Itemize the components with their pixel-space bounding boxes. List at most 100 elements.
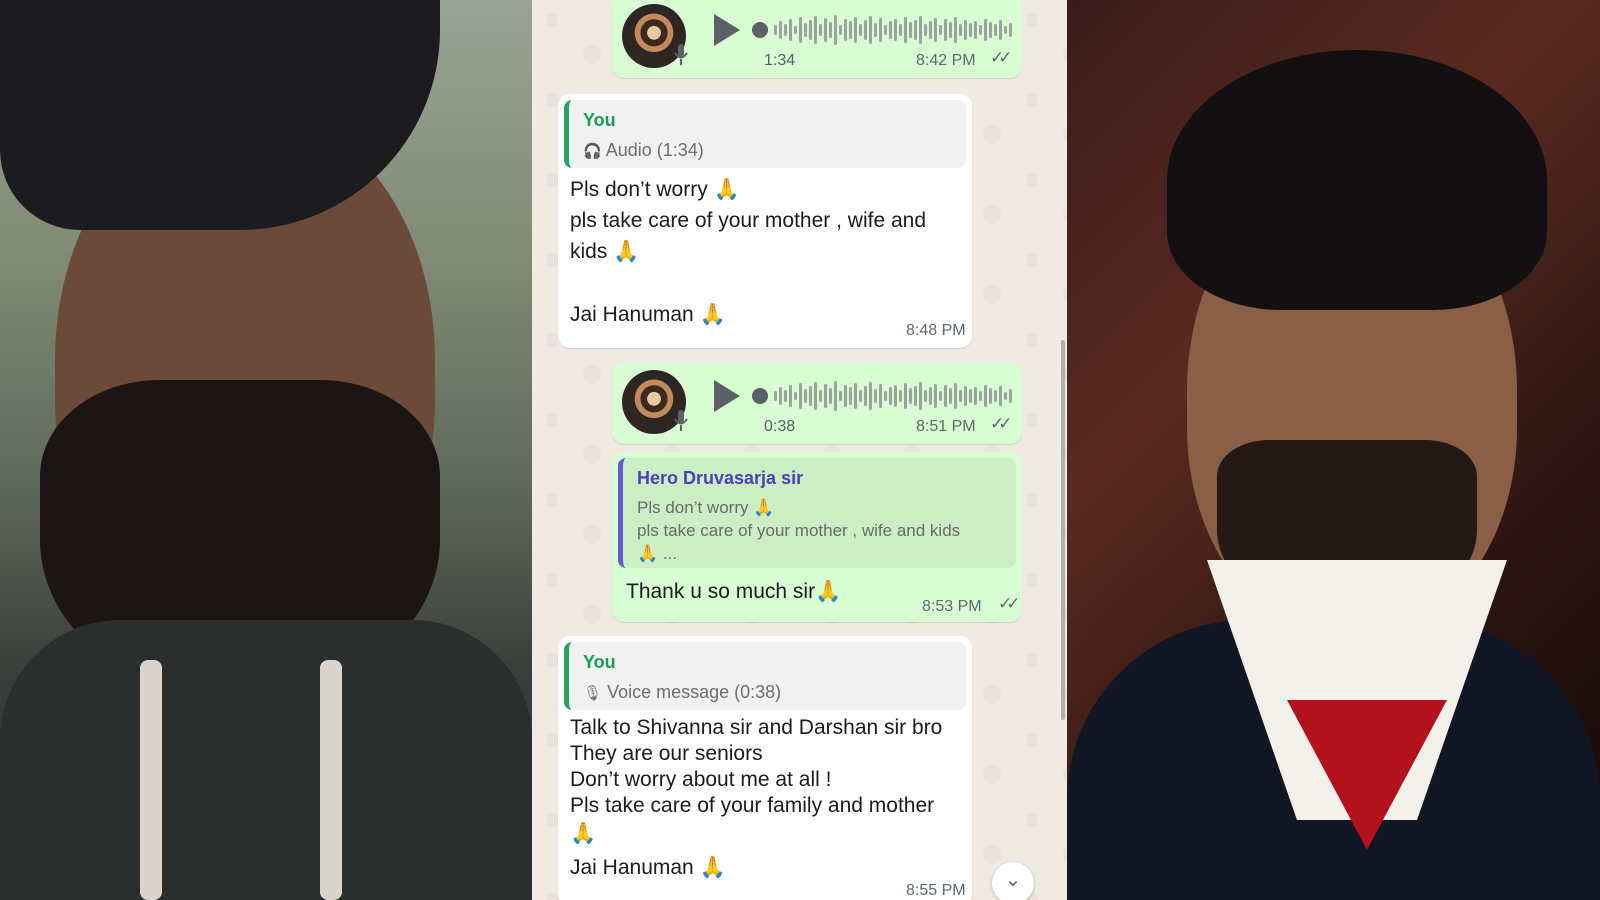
waveform-bar — [934, 384, 937, 408]
waveform-bar — [879, 18, 882, 42]
waveform-bar — [999, 386, 1002, 406]
mic-icon — [674, 410, 688, 431]
waveform-bar — [854, 17, 857, 43]
waveform-bar — [779, 387, 782, 405]
message-line: Pls don’t worry 🙏 — [570, 178, 740, 201]
waveform-bar — [894, 385, 897, 407]
incoming-message-bubble[interactable]: You 🎙 Voice message (0:38) Talk to Shiva… — [558, 636, 972, 900]
double-check-icon: ✓✓ — [990, 414, 1012, 433]
waveform-bar — [929, 387, 932, 405]
hair — [1167, 50, 1547, 310]
waveform-bar — [944, 385, 947, 407]
waveform-bar — [789, 385, 792, 407]
waveform-bar — [929, 21, 932, 39]
waveform-bar — [959, 390, 962, 402]
mic-icon — [674, 44, 688, 65]
waveform-bar — [829, 388, 832, 404]
quote-text: Audio (1:34) — [605, 140, 704, 160]
waveform-bar — [984, 385, 987, 407]
audio-message-bubble[interactable]: 0:38 8:51 PM ✓✓ — [612, 362, 1022, 444]
message-line: Pls take care of your family and mother — [570, 794, 935, 817]
waveform-bar — [884, 25, 887, 35]
double-chevron-down-icon[interactable]: ⌄ — [992, 862, 1034, 900]
quote-text: Voice message (0:38) — [607, 682, 782, 702]
waveform-bar — [844, 385, 847, 407]
mic-icon: 🎙 — [583, 685, 603, 702]
waveform-bar — [924, 24, 927, 36]
message-time: 8:42 PM — [916, 52, 976, 69]
quoted-message[interactable]: You 🎧 Audio (1:34) — [564, 100, 966, 168]
screenshot-composite: 1:34 8:42 PM ✓✓ You 🎧 Audio (1:34) Pls d… — [0, 0, 1600, 900]
quoted-message[interactable]: You 🎙 Voice message (0:38) — [564, 642, 966, 710]
hoodie-string-left — [140, 660, 162, 900]
waveform-bar — [954, 383, 957, 409]
scrollbar[interactable] — [1061, 340, 1065, 720]
waveform-bar — [859, 24, 862, 36]
waveform-bar — [949, 388, 952, 404]
message-line: kids 🙏 — [570, 240, 640, 263]
waveform-bar — [864, 20, 867, 40]
message-line: They are our seniors — [570, 742, 763, 765]
whatsapp-chat[interactable]: 1:34 8:42 PM ✓✓ You 🎧 Audio (1:34) Pls d… — [532, 0, 1067, 900]
waveform-bar — [994, 24, 997, 36]
waveform-bar — [974, 21, 977, 39]
waveform-bar — [779, 21, 782, 39]
quote-author: Hero Druvasarja sir — [637, 468, 804, 488]
waveform-bar — [984, 19, 987, 41]
message-line: pls take care of your mother , wife and — [570, 209, 927, 232]
waveform-bar — [899, 24, 902, 36]
waveform-bar — [899, 390, 902, 402]
waveform-bar — [814, 382, 817, 410]
waveform-bar — [939, 391, 942, 401]
playhead[interactable] — [752, 22, 768, 38]
quote-content: 🎙 Voice message (0:38) — [583, 682, 781, 703]
waveform-bar — [839, 391, 842, 401]
waveform-bar — [839, 25, 842, 35]
waveform-bar — [849, 387, 852, 405]
audio-waveform[interactable] — [752, 14, 1012, 46]
waveform-bar — [834, 381, 837, 411]
outgoing-message-bubble[interactable]: Hero Druvasarja sir Pls don’t worry 🙏 pl… — [612, 452, 1022, 622]
waveform-bar — [1009, 23, 1012, 37]
waveform-bar — [884, 391, 887, 401]
quote-line: Pls don’t worry 🙏 — [637, 498, 775, 517]
waveform-bar — [824, 384, 827, 408]
waveform-bar — [1004, 392, 1007, 400]
waveform-bar — [989, 22, 992, 38]
waveform-bar — [1004, 26, 1007, 34]
waveform-bar — [794, 26, 797, 34]
waveform-bar — [829, 22, 832, 38]
quote-author: You — [583, 110, 616, 130]
message-line: 🙏 — [570, 822, 597, 845]
waveform-bar — [939, 25, 942, 35]
quote-content: 🎧 Audio (1:34) — [583, 140, 704, 161]
waveform-bar — [784, 24, 787, 36]
right-person-photo — [1067, 0, 1600, 900]
waveform-bar — [894, 19, 897, 41]
waveform-bar — [994, 390, 997, 402]
quoted-message[interactable]: Hero Druvasarja sir Pls don’t worry 🙏 pl… — [618, 458, 1016, 568]
quote-author: You — [583, 652, 616, 672]
waveform-bar — [804, 389, 807, 403]
waveform-bar — [819, 390, 822, 402]
waveform-bar — [814, 16, 817, 44]
waveform-bar — [809, 386, 812, 406]
audio-waveform[interactable] — [752, 380, 1012, 412]
waveform-bar — [949, 22, 952, 38]
play-button[interactable] — [714, 14, 740, 46]
waveform-bar — [869, 382, 872, 410]
play-button[interactable] — [714, 380, 740, 412]
playhead[interactable] — [752, 388, 768, 404]
double-check-icon: ✓✓ — [998, 594, 1020, 613]
waveform-bar — [834, 15, 837, 45]
waveform-bar — [859, 390, 862, 402]
waveform-bar — [889, 21, 892, 39]
waveform-bar — [954, 17, 957, 43]
waveform-bar — [969, 389, 972, 403]
left-person-photo — [0, 0, 532, 900]
waveform-bar — [944, 19, 947, 41]
audio-message-bubble[interactable]: 1:34 8:42 PM ✓✓ — [612, 0, 1022, 78]
waveform-bar — [904, 383, 907, 409]
waveform-bar — [924, 390, 927, 402]
incoming-message-bubble[interactable]: You 🎧 Audio (1:34) Pls don’t worry 🙏 pls… — [558, 94, 972, 348]
